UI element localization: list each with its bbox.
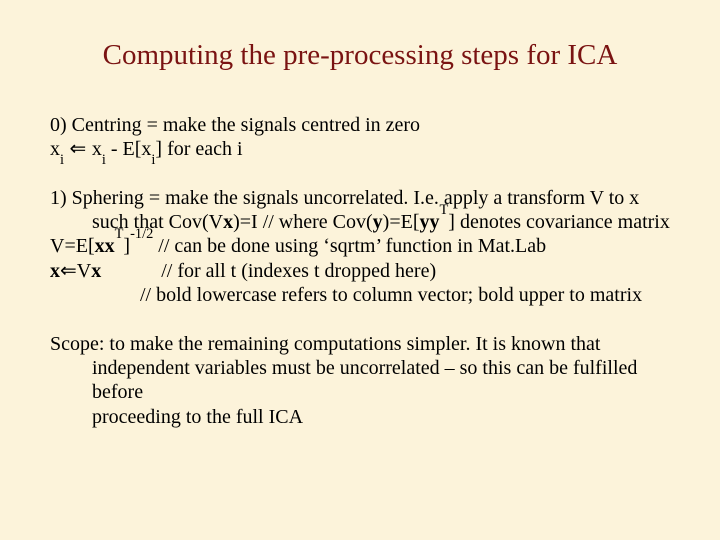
scope-line-2: independent variables must be uncorrelat… — [50, 356, 670, 405]
subscript: i — [151, 152, 155, 168]
slide-body: 0) Centring = make the signals centred i… — [50, 113, 670, 429]
left-arrow-icon: ⇐ — [64, 138, 92, 160]
text: )=I // where Cov( — [233, 211, 373, 233]
sphering-line-4: x⇐Vx // for all t (indexes t dropped her… — [50, 259, 670, 283]
bold-x: x — [223, 211, 233, 233]
scope-block: Scope: to make the remaining computation… — [50, 332, 670, 430]
bold-y: y — [430, 211, 440, 233]
text: )=E[ — [383, 211, 420, 233]
text: x — [50, 138, 60, 160]
slide-title: Computing the pre-processing steps for I… — [50, 38, 670, 73]
text: such that Cov(V — [92, 211, 223, 233]
text: ] denotes covariance matrix — [448, 211, 670, 233]
centring-line-2: xi ⇐ xi - E[xi] for each i — [50, 137, 670, 161]
superscript: -1/2 — [130, 226, 153, 242]
centring-block: 0) Centring = make the signals centred i… — [50, 113, 670, 162]
superscript: T — [440, 202, 449, 218]
scope-line-1: Scope: to make the remaining computation… — [50, 332, 670, 356]
slide: Computing the pre-processing steps for I… — [0, 0, 720, 540]
left-arrow-icon: ⇐ — [60, 260, 77, 282]
text: V — [77, 260, 91, 282]
centring-line-1: 0) Centring = make the signals centred i… — [50, 113, 670, 137]
sphering-line-1: 1) Sphering = make the signals uncorrela… — [50, 186, 670, 210]
sphering-line-5: // bold lowercase refers to column vecto… — [50, 283, 670, 307]
bold-y: y — [420, 211, 430, 233]
text: ] for each i — [155, 138, 242, 160]
bold-x: x — [91, 260, 101, 282]
scope-line-3: proceeding to the full ICA — [50, 405, 670, 429]
sphering-line-3: V=E[xxT]-1/2 // can be done using ‘sqrtm… — [50, 234, 670, 258]
bold-x: x — [105, 235, 115, 257]
text: - E[x — [106, 138, 152, 160]
bold-x: x — [95, 235, 105, 257]
bold-y: y — [373, 211, 383, 233]
subscript: i — [60, 152, 64, 168]
text: // can be done using ‘sqrtm’ function in… — [153, 235, 546, 257]
text: x — [92, 138, 102, 160]
bold-x: x — [50, 260, 60, 282]
text: // for all t (indexes t dropped here) — [101, 260, 436, 282]
subscript: i — [102, 152, 106, 168]
text: V=E[ — [50, 235, 95, 257]
sphering-block: 1) Sphering = make the signals uncorrela… — [50, 186, 670, 308]
superscript: T — [115, 226, 124, 242]
